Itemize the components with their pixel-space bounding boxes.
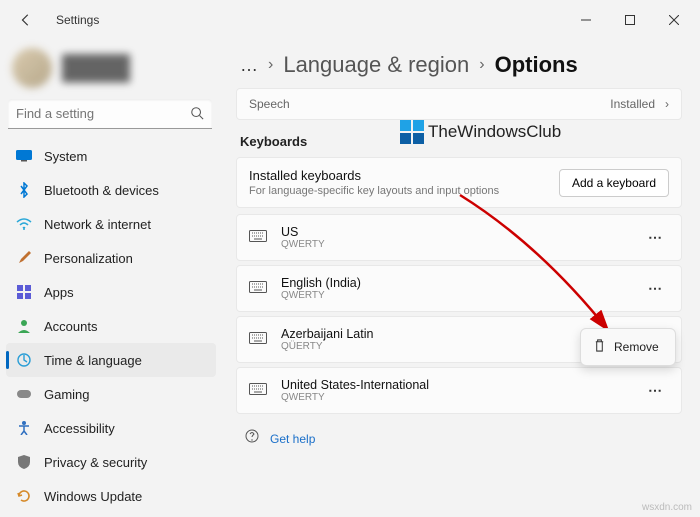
back-button[interactable] xyxy=(12,6,40,34)
apps-icon xyxy=(16,284,32,300)
nav-label: System xyxy=(44,149,87,164)
nav-apps[interactable]: Apps xyxy=(6,275,216,309)
titlebar: Settings xyxy=(0,0,700,40)
help-row: Get help xyxy=(244,428,682,449)
nav-accessibility[interactable]: Accessibility xyxy=(6,411,216,445)
add-keyboard-button[interactable]: Add a keyboard xyxy=(559,169,669,197)
shield-icon xyxy=(16,454,32,470)
breadcrumb-parent[interactable]: Language & region xyxy=(283,52,469,78)
accessibility-icon xyxy=(16,420,32,436)
arrow-left-icon xyxy=(19,13,33,27)
close-button[interactable] xyxy=(652,4,696,36)
site-mark: wsxdn.com xyxy=(642,502,692,513)
nav-list: System Bluetooth & devices Network & int… xyxy=(0,137,220,515)
nav-label: Personalization xyxy=(44,251,133,266)
nav-personalization[interactable]: Personalization xyxy=(6,241,216,275)
keyboard-name: United States-International xyxy=(281,378,630,392)
keyboard-icon xyxy=(249,331,269,349)
search-icon xyxy=(190,106,204,125)
keyboard-row[interactable]: United States-International QWERTY ⋯ xyxy=(236,367,682,414)
installed-title: Installed keyboards xyxy=(249,168,499,183)
keyboard-name: English (India) xyxy=(281,276,630,290)
nav-label: Windows Update xyxy=(44,489,142,504)
bluetooth-icon xyxy=(16,182,32,198)
nav-label: Privacy & security xyxy=(44,455,147,470)
nav-gaming[interactable]: Gaming xyxy=(6,377,216,411)
sidebar: ████████████████ System Bluetooth & devi… xyxy=(0,40,226,517)
help-icon xyxy=(244,428,260,449)
keyboard-row[interactable]: English (India) QWERTY ⋯ xyxy=(236,265,682,312)
keyboard-layout: QWERTY xyxy=(281,392,630,403)
gamepad-icon xyxy=(16,386,32,402)
nav-bluetooth[interactable]: Bluetooth & devices xyxy=(6,173,216,207)
nav-privacy[interactable]: Privacy & security xyxy=(6,445,216,479)
breadcrumb-overflow[interactable]: … xyxy=(240,55,258,76)
avatar xyxy=(12,48,52,88)
nav-network[interactable]: Network & internet xyxy=(6,207,216,241)
keyboard-layout: QWERTY xyxy=(281,239,630,250)
clock-globe-icon xyxy=(16,352,32,368)
trash-icon xyxy=(593,339,606,355)
profile-block[interactable]: ████████████████ xyxy=(0,40,220,95)
keyboard-name: Azerbaijani Latin xyxy=(281,327,630,341)
nav-system[interactable]: System xyxy=(6,139,216,173)
system-icon xyxy=(16,148,32,164)
keyboard-name: US xyxy=(281,225,630,239)
installed-sub: For language-specific key layouts and in… xyxy=(249,185,499,197)
person-icon xyxy=(16,318,32,334)
breadcrumb: … › Language & region › Options xyxy=(240,52,682,78)
nav-windows-update[interactable]: Windows Update xyxy=(6,479,216,513)
brush-icon xyxy=(16,250,32,266)
nav-label: Network & internet xyxy=(44,217,151,232)
speech-status: Installed xyxy=(610,97,655,111)
more-button[interactable]: ⋯ xyxy=(642,225,669,250)
wifi-icon xyxy=(16,216,32,232)
search-input[interactable] xyxy=(8,99,212,129)
minimize-icon xyxy=(581,15,591,25)
keyboards-heading: Keyboards xyxy=(240,134,682,149)
maximize-button[interactable] xyxy=(608,4,652,36)
chevron-right-icon: › xyxy=(268,56,273,74)
get-help-link[interactable]: Get help xyxy=(270,432,315,446)
keyboard-layout: QWERTY xyxy=(281,290,630,301)
keyboard-icon xyxy=(249,229,269,247)
nav-label: Accessibility xyxy=(44,421,115,436)
keyboard-icon xyxy=(249,280,269,298)
nav-label: Time & language xyxy=(44,353,142,368)
close-icon xyxy=(669,15,679,25)
main-panel: … › Language & region › Options Speech I… xyxy=(226,40,700,517)
nav-accounts[interactable]: Accounts xyxy=(6,309,216,343)
profile-text: ████████████████ xyxy=(62,54,130,82)
chevron-right-icon: › xyxy=(479,56,484,74)
keyboard-layout: QÜERTY xyxy=(281,341,630,352)
nav-time-language[interactable]: Time & language xyxy=(6,343,216,377)
speech-row[interactable]: Speech Installed › xyxy=(236,88,682,120)
maximize-icon xyxy=(625,15,635,25)
nav-label: Apps xyxy=(44,285,74,300)
breadcrumb-current: Options xyxy=(495,52,578,78)
remove-menuitem[interactable]: Remove xyxy=(585,333,671,361)
remove-label: Remove xyxy=(614,340,659,354)
nav-label: Accounts xyxy=(44,319,97,334)
nav-label: Gaming xyxy=(44,387,90,402)
window-title: Settings xyxy=(56,13,99,27)
nav-label: Bluetooth & devices xyxy=(44,183,159,198)
keyboard-row[interactable]: US QWERTY ⋯ xyxy=(236,214,682,261)
installed-keyboards-card: Installed keyboards For language-specifi… xyxy=(236,157,682,208)
context-menu: Remove xyxy=(580,328,676,366)
speech-label: Speech xyxy=(249,97,290,111)
chevron-right-icon: › xyxy=(665,97,669,111)
search-box xyxy=(8,99,212,129)
keyboard-icon xyxy=(249,382,269,400)
update-icon xyxy=(16,488,32,504)
more-button[interactable]: ⋯ xyxy=(642,276,669,301)
minimize-button[interactable] xyxy=(564,4,608,36)
more-button[interactable]: ⋯ xyxy=(642,378,669,403)
